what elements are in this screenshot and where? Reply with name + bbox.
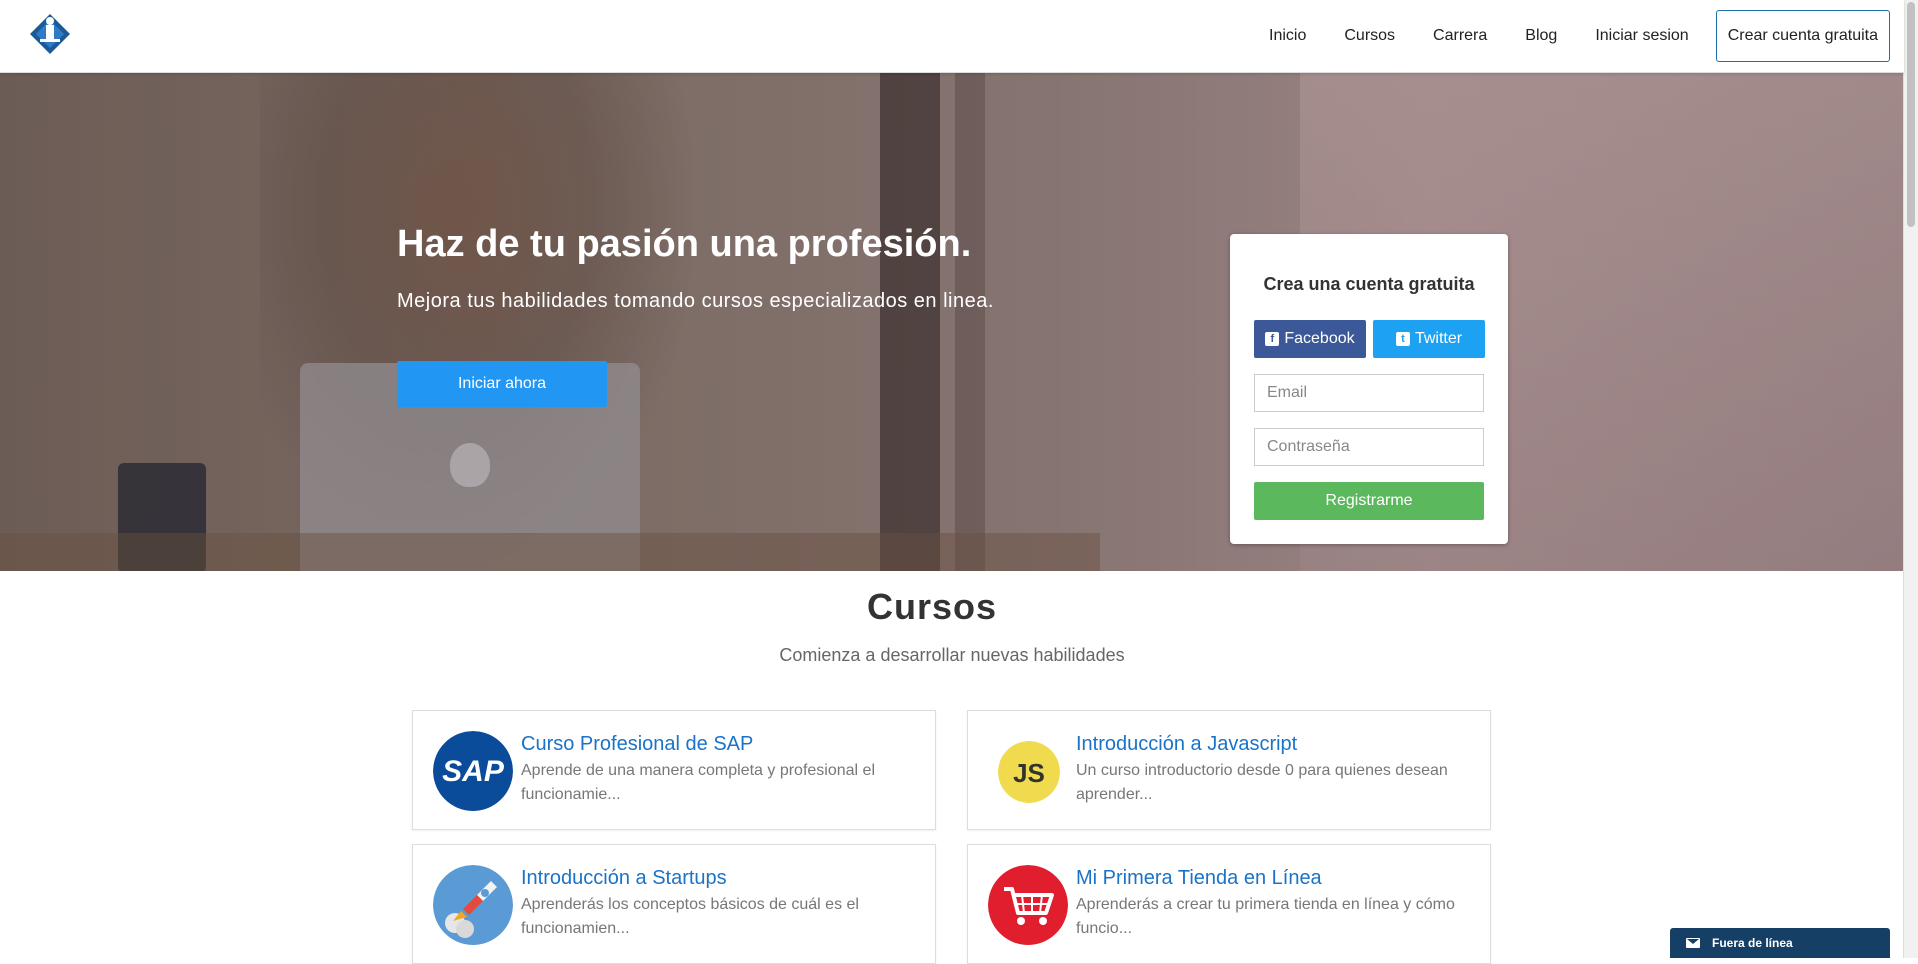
twitter-button[interactable]: t Twitter	[1373, 320, 1485, 358]
courses-title: Cursos	[866, 586, 998, 627]
navbar: Inicio Cursos Carrera Blog Iniciar sesio…	[0, 0, 1904, 73]
envelope-icon	[1686, 938, 1700, 948]
nav-iniciar-sesion[interactable]: Iniciar sesion	[1576, 10, 1707, 62]
email-field[interactable]	[1254, 374, 1484, 412]
course-card-startups[interactable]: Introducción a Startups Aprenderás los c…	[412, 844, 936, 964]
rocket-icon	[433, 865, 513, 945]
course-title[interactable]: Introducción a Javascript	[1076, 733, 1297, 756]
course-description: Aprenderás a crear tu primera tienda en …	[1076, 896, 1455, 937]
course-title[interactable]: Mi Primera Tienda en Línea	[1076, 867, 1322, 890]
course-title[interactable]: Introducción a Startups	[521, 867, 727, 890]
course-description: Un curso introductorio desde 0 para quie…	[1076, 762, 1448, 803]
shopping-cart-icon	[988, 865, 1068, 945]
course-card-sap[interactable]: SAP Curso Profesional de SAP Aprende de …	[412, 710, 936, 830]
facebook-button[interactable]: f Facebook	[1254, 320, 1366, 358]
js-logo-icon: JS	[998, 741, 1060, 803]
chat-widget[interactable]: Fuera de línea	[1670, 928, 1890, 958]
signup-title: Crea una cuenta gratuita	[1263, 274, 1475, 294]
nav-cursos[interactable]: Cursos	[1325, 10, 1414, 62]
nav-blog[interactable]: Blog	[1506, 10, 1576, 62]
nav-links: Inicio Cursos Carrera Blog Iniciar sesio…	[1250, 10, 1890, 62]
sap-logo-icon: SAP	[433, 731, 513, 811]
chat-status-label: Fuera de línea	[1712, 936, 1793, 950]
course-title[interactable]: Curso Profesional de SAP	[521, 733, 753, 756]
scrollbar-thumb[interactable]	[1907, 2, 1915, 227]
sap-logo-text: SAP	[442, 755, 505, 788]
logo-icon[interactable]	[28, 10, 72, 56]
courses-subtitle: Comienza a desarrollar nuevas habilidade…	[779, 645, 1125, 665]
start-now-button[interactable]: Iniciar ahora	[397, 361, 607, 407]
course-card-tienda[interactable]: Mi Primera Tienda en Línea Aprenderás a …	[967, 844, 1491, 964]
facebook-icon: f	[1265, 332, 1280, 346]
course-description: Aprende de una manera completa y profesi…	[521, 762, 875, 803]
register-button[interactable]: Registrarme	[1254, 482, 1484, 520]
nav-carrera[interactable]: Carrera	[1414, 10, 1506, 62]
signup-card: Crea una cuenta gratuita f Facebook t Tw…	[1230, 234, 1508, 544]
nav-inicio[interactable]: Inicio	[1250, 10, 1325, 62]
facebook-label: Facebook	[1284, 330, 1355, 347]
hero-section: Haz de tu pasión una profesión. Mejora t…	[0, 73, 1904, 571]
page-scrollbar[interactable]	[1903, 0, 1918, 958]
create-account-button[interactable]: Crear cuenta gratuita	[1715, 10, 1890, 62]
hero-subtitle: Mejora tus habilidades tomando cursos es…	[397, 290, 994, 312]
course-card-javascript[interactable]: JS Introducción a Javascript Un curso in…	[967, 710, 1491, 830]
hero-title: Haz de tu pasión una profesión.	[397, 223, 972, 265]
twitter-label: Twitter	[1414, 330, 1463, 347]
password-field[interactable]	[1254, 428, 1484, 466]
course-description: Aprenderás los conceptos básicos de cuál…	[521, 896, 859, 937]
twitter-icon: t	[1395, 332, 1410, 346]
hero-overlay	[0, 73, 1904, 571]
js-logo-text: JS	[1013, 758, 1045, 788]
